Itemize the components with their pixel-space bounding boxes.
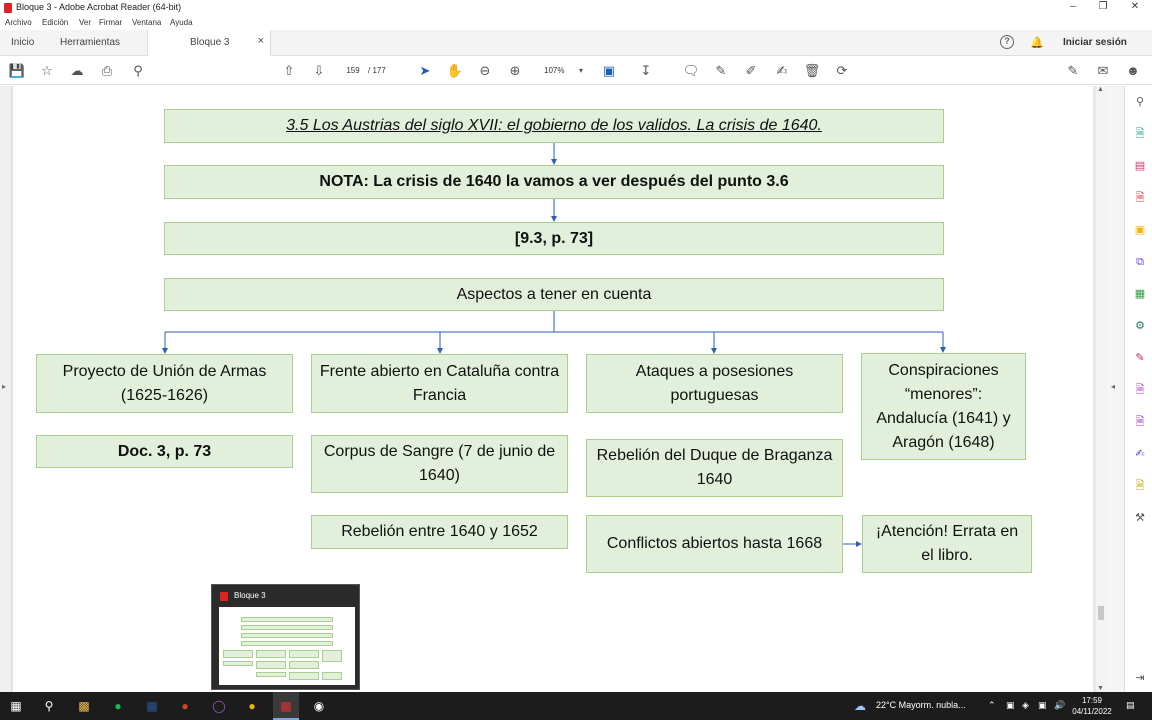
powerpoint-icon[interactable]: ● <box>177 698 193 714</box>
diagram-ref-box: [9.3, p. 73] <box>164 222 944 255</box>
weather-cloud-icon: ☁ <box>854 699 866 713</box>
spotify-icon[interactable]: ● <box>110 698 126 714</box>
network-icon[interactable]: ▣ <box>1038 700 1047 711</box>
weather-status[interactable]: 22°C Mayorm. nubla... <box>876 700 966 710</box>
diagram-title-box: 3.5 Los Austrias del siglo XVII: el gobi… <box>164 109 944 143</box>
export-pdf-icon[interactable]: 🗎 <box>1132 126 1148 142</box>
notifications-icon[interactable]: ▤ <box>1126 700 1135 711</box>
col2-item2-box: Rebelión entre 1640 y 1652 <box>311 515 568 549</box>
compress-pdf-icon[interactable]: ⚙ <box>1132 318 1148 334</box>
clock-date: 04/11/2022 <box>1072 707 1112 716</box>
clock-time: 17:59 <box>1081 696 1103 705</box>
acrobat-taskbar-icon: ▩ <box>280 699 292 713</box>
fill-sign-tool-icon[interactable]: ✎ <box>1132 350 1148 366</box>
send-files-icon[interactable]: 🗎 <box>1132 478 1148 494</box>
col3-head-box: Ataques a posesiones portuguesas <box>586 354 843 413</box>
col4-head-box: Conspiraciones “menores”: Andalucía (164… <box>861 353 1026 460</box>
redact-icon[interactable]: 🗎 <box>1132 414 1148 430</box>
col2-head-box: Frente abierto en Cataluña contra Franci… <box>311 354 568 413</box>
col1-doc-box: Doc. 3, p. 73 <box>36 435 293 468</box>
taskbar-thumbnail-popup[interactable]: Bloque 3 <box>211 584 360 690</box>
col2-item1-box: Corpus de Sangre (7 de junio de 1640) <box>311 435 568 493</box>
collapse-pane-icon[interactable]: ⇥ <box>1132 670 1148 686</box>
right-tools-pane: ⚲ 🗎 ▤ 🗎 ▣ ⧉ ▦ ⚙ ✎ 🗎 🗎 ✍ 🗎 ⚒ ⇥ <box>1124 86 1152 692</box>
edit-pdf-icon[interactable]: ▤ <box>1132 158 1148 174</box>
thumbnail-title: Bloque 3 <box>234 591 266 600</box>
diagram-note-box: NOTA: La crisis de 1640 la vamos a ver d… <box>164 165 944 199</box>
search-tool-icon[interactable]: ⚲ <box>1132 94 1148 110</box>
diagram-aspects-box: Aspectos a tener en cuenta <box>164 278 944 311</box>
taskbar-search-icon[interactable]: ⚲ <box>41 698 57 714</box>
request-signature-icon[interactable]: ✍ <box>1132 446 1148 462</box>
create-pdf-icon[interactable]: 🗎 <box>1132 190 1148 206</box>
word-icon[interactable]: ▩ <box>144 698 160 714</box>
obs-icon[interactable]: ◉ <box>311 698 327 714</box>
volume-icon[interactable]: 🔊 <box>1054 700 1065 711</box>
col3-item2-box: Conflictos abiertos hasta 1668 <box>586 515 843 573</box>
col1-head-box: Proyecto de Unión de Armas (1625-1626) <box>36 354 293 413</box>
thumbnail-preview[interactable] <box>219 607 355 685</box>
tray-device-icon[interactable]: ▣ <box>1006 700 1015 711</box>
protect-icon[interactable]: 🗎 <box>1132 382 1148 398</box>
col4-errata-box: ¡Atención! Errata en el libro. <box>862 515 1032 573</box>
chrome-icon[interactable]: ● <box>244 698 260 714</box>
tray-chevron-icon[interactable]: ⌃ <box>988 700 996 711</box>
cortana-icon[interactable]: ◯ <box>211 698 227 714</box>
file-explorer-icon[interactable]: ▩ <box>76 698 92 714</box>
windows-start-icon[interactable]: ▦ <box>8 698 24 714</box>
col3-item1-box: Rebelión del Duque de Braganza 1640 <box>586 439 843 497</box>
microphone-icon[interactable]: ◈ <box>1022 700 1029 711</box>
taskbar: ▦ ⚲ ▩ ● ▩ ● ◯ ● ▩ ◉ ☁ 22°C Mayorm. nubla… <box>0 692 1152 720</box>
acrobat-small-icon <box>220 592 228 601</box>
clock[interactable]: 17:59 04/11/2022 <box>1072 695 1112 717</box>
combine-files-icon[interactable]: ⧉ <box>1132 254 1148 270</box>
acrobat-taskbar-button[interactable]: ▩ <box>273 692 299 720</box>
more-tools-icon[interactable]: ⚒ <box>1132 510 1148 526</box>
comment-tool-icon[interactable]: ▣ <box>1132 222 1148 238</box>
organize-pages-icon[interactable]: ▦ <box>1132 286 1148 302</box>
